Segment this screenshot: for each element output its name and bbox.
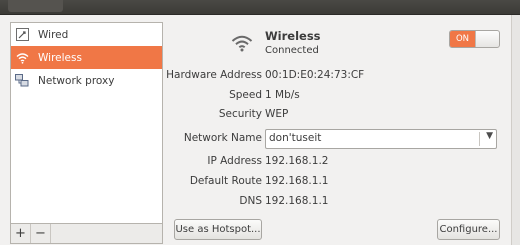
hardware-address-value: 00:1D:E0:24:73:CF (265, 69, 365, 81)
combo-separator (479, 132, 480, 146)
dns-label: DNS (239, 195, 262, 207)
sidebar-item-network-proxy[interactable]: Network proxy (11, 69, 162, 92)
toggle-knob (475, 31, 499, 47)
titlebar-tab (8, 0, 63, 12)
window-edge (511, 15, 520, 245)
wired-network-icon (15, 28, 29, 42)
network-name-combo[interactable]: don'tuseit ▼ (265, 129, 497, 149)
security-value: WEP (265, 108, 289, 120)
window-titlebar (0, 0, 520, 15)
wireless-toggle[interactable]: ON (449, 30, 500, 48)
proxy-network-icon (15, 74, 29, 88)
wifi-icon (15, 51, 29, 65)
device-name: Wireless (265, 29, 321, 43)
device-sidebar: Wired Wireless Network proxy (10, 22, 163, 224)
add-device-button[interactable]: + (11, 224, 31, 243)
remove-device-button[interactable]: − (31, 224, 51, 243)
dns-value: 192.168.1.1 (265, 195, 329, 207)
security-label: Security (218, 108, 262, 120)
sidebar-item-label: Wired (38, 28, 69, 41)
chevron-down-icon[interactable]: ▼ (486, 131, 493, 141)
ip-address-value: 192.168.1.2 (265, 155, 329, 167)
hardware-address-label: Hardware Address (166, 69, 262, 81)
wifi-signal-icon (231, 34, 253, 52)
use-as-hotspot-button[interactable]: Use as Hotspot... (174, 219, 262, 240)
default-route-value: 192.168.1.1 (265, 175, 329, 187)
default-route-label: Default Route (189, 175, 262, 187)
speed-value: 1 Mb/s (265, 89, 300, 101)
sidebar-item-label: Wireless (38, 51, 82, 64)
sidebar-item-wired[interactable]: Wired (11, 23, 162, 46)
toggle-on-label: ON (450, 31, 475, 47)
ip-address-label: IP Address (207, 155, 262, 167)
configure-button[interactable]: Configure... (437, 219, 500, 240)
network-name-value: don'tuseit (269, 132, 322, 144)
device-status: Connected (265, 45, 319, 56)
sidebar-toolbar: + − (10, 224, 163, 244)
speed-label: Speed (229, 89, 262, 101)
sidebar-item-wireless[interactable]: Wireless (11, 46, 162, 69)
sidebar-item-label: Network proxy (38, 74, 115, 87)
network-name-label: Network Name (183, 132, 262, 144)
